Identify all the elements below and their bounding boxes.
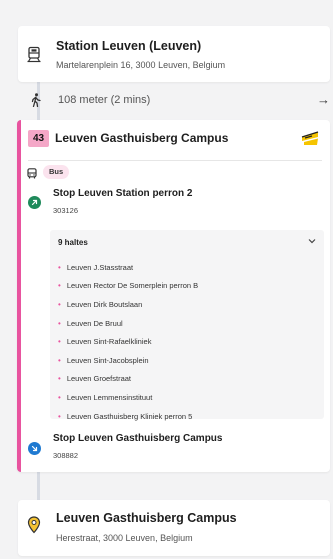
route-line-bottom	[37, 472, 40, 500]
walking-person-icon	[30, 93, 42, 110]
alight-stop-name[interactable]: Stop Leuven Gasthuisberg Campus	[53, 433, 222, 444]
stop-label: Leuven Lemmensinstituut	[66, 392, 153, 402]
stop-label: Leuven Sint-Jacobsplein	[66, 355, 149, 365]
mode-chip: Bus	[43, 165, 70, 179]
list-item[interactable]: • Leuven Groefstraat	[58, 370, 198, 389]
bullet-icon: •	[58, 318, 61, 328]
train-station-icon	[25, 45, 43, 63]
bullet-icon: •	[58, 411, 61, 421]
destination-title: Leuven Gasthuisberg Campus	[56, 511, 237, 525]
origin-title: Station Leuven (Leuven)	[56, 39, 202, 53]
bullet-icon: •	[58, 337, 61, 347]
list-item[interactable]: • Leuven Lemmensinstituut	[58, 388, 198, 407]
stop-label: Leuven Dirk Boutslaan	[66, 299, 143, 309]
list-item[interactable]: • Leuven Dirk Boutslaan	[58, 295, 198, 314]
stop-label: Leuven De Bruul	[66, 318, 123, 328]
list-item[interactable]: • Leuven Rector De Somerplein perron B	[58, 277, 198, 296]
list-item[interactable]: • Leuven Sint-Rafaelkliniek	[58, 332, 198, 351]
arrow-right-icon[interactable]: →	[317, 92, 330, 107]
bullet-icon: •	[58, 281, 61, 291]
bullet-icon: •	[58, 355, 61, 365]
list-item[interactable]: • Leuven J.Stasstraat	[58, 258, 198, 277]
stop-label: Leuven J.Stasstraat	[66, 262, 134, 272]
walk-segment[interactable]: 108 meter (2 mins) →	[30, 92, 330, 110]
stop-label: Leuven Sint-Rafaelkliniek	[66, 337, 152, 347]
list-item[interactable]: • Leuven Sint-Jacobsplein	[58, 351, 198, 370]
intermediate-stops-panel: 9 haltes • Leuven J.Stasstraat • Leuven Re…	[50, 230, 324, 421]
alight-stop-icon	[28, 442, 41, 455]
stops-count-toggle[interactable]: 9 haltes	[58, 238, 88, 247]
stop-label: Leuven Rector De Somerplein perron B	[66, 281, 199, 291]
chevron-down-icon[interactable]	[308, 237, 316, 246]
board-stop-code: 303126	[53, 206, 79, 215]
bullet-icon: •	[58, 299, 61, 309]
list-item[interactable]: • Leuven Gasthuisberg Kliniek perron 5	[58, 407, 198, 426]
walk-distance: 108 meter (2 mins)	[58, 94, 151, 106]
line-number-badge: 43	[28, 130, 49, 147]
bus-icon	[27, 166, 37, 184]
de-lijn-logo	[300, 128, 320, 152]
stop-label: Leuven Gasthuisberg Kliniek perron 5	[66, 411, 193, 421]
intermediate-stop-list: • Leuven J.Stasstraat • Leuven Rector De S…	[58, 258, 198, 425]
origin-address: Martelarenplein 16, 3000 Leuven, Belgium	[56, 60, 226, 70]
destination-address: Herestraat, 3000 Leuven, Belgium	[56, 533, 193, 543]
leg-divider	[28, 160, 322, 161]
board-stop-name[interactable]: Stop Leuven Station perron 2	[53, 188, 192, 199]
destination-card[interactable]: Leuven Gasthuisberg Campus Herestraat, 3…	[18, 500, 330, 556]
bullet-icon: •	[58, 374, 61, 384]
stop-label: Leuven Groefstraat	[66, 374, 132, 384]
origin-card[interactable]: Station Leuven (Leuven) Martelarenplein …	[18, 26, 330, 82]
alight-stop-code: 308882	[53, 451, 79, 460]
transit-leg-card: 43 Leuven Gasthuisberg Campus Bus Stop L…	[17, 120, 330, 472]
list-item[interactable]: • Leuven De Bruul	[58, 314, 198, 333]
bullet-icon: •	[58, 262, 61, 272]
line-destination: Leuven Gasthuisberg Campus	[55, 131, 229, 145]
board-stop-icon	[28, 196, 41, 209]
bullet-icon: •	[58, 392, 61, 402]
location-pin-icon	[25, 516, 43, 534]
